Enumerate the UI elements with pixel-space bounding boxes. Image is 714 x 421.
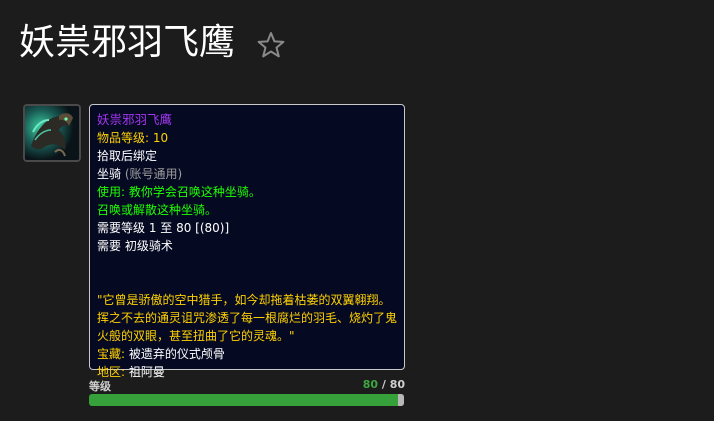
level-slider-fill	[89, 394, 404, 406]
mount-bird-icon	[25, 106, 79, 160]
item-level-value: 10	[152, 131, 169, 145]
page-title: 妖祟邪羽飞鹰	[19, 22, 236, 63]
item-name: 妖祟邪羽飞鹰	[97, 112, 173, 127]
item-zone-label: 地区:	[97, 365, 126, 379]
item-flavor-text: "它曾是骄傲的空中猎手，如今却拖着枯萎的双翼翱翔。挥之不去的通灵诅咒渗透了每一根…	[97, 293, 398, 343]
item-cache-value: 被遗弃的仪式颅骨	[128, 347, 225, 361]
item-summon-text: 召唤或解散这种坐骑。	[97, 203, 218, 217]
item-type: 坐骑	[97, 167, 122, 181]
item-required-skill: 需要 初级骑术	[97, 239, 173, 253]
item-level-row: 物品等级: 10	[97, 129, 397, 147]
star-icon[interactable]	[256, 30, 286, 60]
level-slider[interactable]	[89, 394, 404, 406]
tooltip-spacer	[97, 255, 397, 291]
level-value: 80 / 80	[363, 378, 405, 391]
level-current: 80	[362, 378, 378, 391]
item-level-label: 物品等级:	[97, 131, 150, 145]
item-cache-label: 宝藏:	[97, 347, 126, 361]
level-slider-handle[interactable]	[398, 394, 404, 406]
item-use-text: 使用: 教你学会召唤这种坐骑。	[97, 185, 261, 199]
item-cache-row: 宝藏: 被遗弃的仪式颅骨	[97, 345, 397, 363]
item-binding: 拾取后绑定	[97, 149, 158, 163]
level-label: 等级	[89, 380, 111, 393]
item-tooltip: 妖祟邪羽飞鹰 物品等级: 10 拾取后绑定 坐骑 (账号通用) 使用: 教你学会…	[89, 104, 405, 379]
item-zone-value: 祖阿曼	[128, 365, 165, 379]
item-zone-row: 地区: 祖阿曼	[97, 363, 397, 381]
level-max: 80	[389, 378, 405, 391]
item-required-level: 需要等级 1 至 80 [(80)]	[97, 221, 230, 235]
item-type-row: 坐骑 (账号通用)	[97, 165, 397, 183]
level-separator: /	[378, 378, 390, 391]
item-type-note: (账号通用)	[124, 167, 183, 181]
item-icon[interactable]	[23, 104, 81, 162]
